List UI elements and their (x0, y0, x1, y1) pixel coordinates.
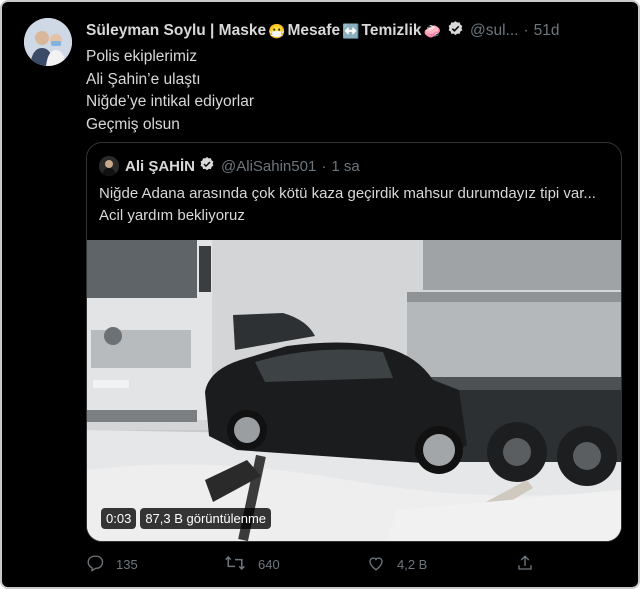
share-icon (516, 554, 534, 575)
verified-icon (199, 156, 215, 176)
mask-emoji: 😷 (268, 22, 286, 39)
like-icon (367, 554, 385, 575)
tweet-line: Polis ekiplerimiz (86, 48, 198, 65)
quoted-header: Ali ŞAHİN @AliSahin501 · 1 sa (99, 156, 360, 176)
retweet-count: 640 (258, 557, 280, 572)
tweet-line: Niğde’ye intikal ediyorlar (86, 93, 254, 110)
author-name[interactable]: Süleyman Soylu | Maske (86, 22, 266, 40)
quoted-text: Niğde Adana arasında çok kötü kaza geçir… (99, 185, 596, 224)
soap-emoji: 🧼 (423, 22, 441, 39)
retweet-icon (224, 554, 246, 575)
author-name-part3[interactable]: Temizlik (362, 22, 422, 40)
quoted-tweet[interactable]: Ali ŞAHİN @AliSahin501 · 1 sa Niğde Adan… (86, 142, 622, 542)
video-duration: 0:03 (101, 508, 137, 529)
verified-icon (447, 20, 464, 42)
like-count: 4,2 B (397, 557, 428, 572)
reply-count: 135 (116, 557, 138, 572)
quoted-author-name[interactable]: Ali ŞAHİN (125, 158, 195, 175)
video-thumbnail (87, 240, 621, 541)
author-name-part2[interactable]: Mesafe (288, 22, 341, 40)
tweet-header: Süleyman Soylu | Maske 😷 Mesafe ↔️ Temiz… (86, 21, 618, 41)
retweet-button[interactable]: 640 (224, 554, 280, 575)
tweet-actions: 135 640 4,2 B (86, 554, 606, 578)
quoted-time[interactable]: 1 sa (331, 158, 359, 175)
author-avatar[interactable] (24, 18, 72, 66)
reply-button[interactable]: 135 (86, 554, 138, 575)
tweet-time[interactable]: 51d (534, 22, 560, 40)
reply-icon (86, 554, 104, 575)
video-views: 87,3 B görüntülenme (140, 508, 272, 529)
arrow-emoji: ↔️ (342, 22, 360, 39)
video-overlay: 0:03 87,3 B görüntülenme (101, 508, 272, 529)
separator-dot: · (523, 22, 529, 39)
quoted-avatar[interactable] (99, 156, 119, 176)
share-button[interactable] (516, 554, 534, 575)
tweet-card: Süleyman Soylu | Maske 😷 Mesafe ↔️ Temiz… (0, 0, 640, 589)
tweet-line: Ali Şahin’e ulaştı (86, 70, 201, 88)
tweet-line: Geçmiş olsun (86, 115, 180, 133)
tweet-text: Polis ekiplerimiz Ali Şahin’e ulaştı Niğ… (86, 46, 254, 136)
separator-dot: · (321, 157, 327, 175)
author-handle[interactable]: @sul... (470, 22, 518, 40)
quoted-handle[interactable]: @AliSahin501 (221, 158, 316, 175)
video-player[interactable]: 0:03 87,3 B görüntülenme (87, 240, 621, 541)
like-button[interactable]: 4,2 B (367, 554, 427, 575)
